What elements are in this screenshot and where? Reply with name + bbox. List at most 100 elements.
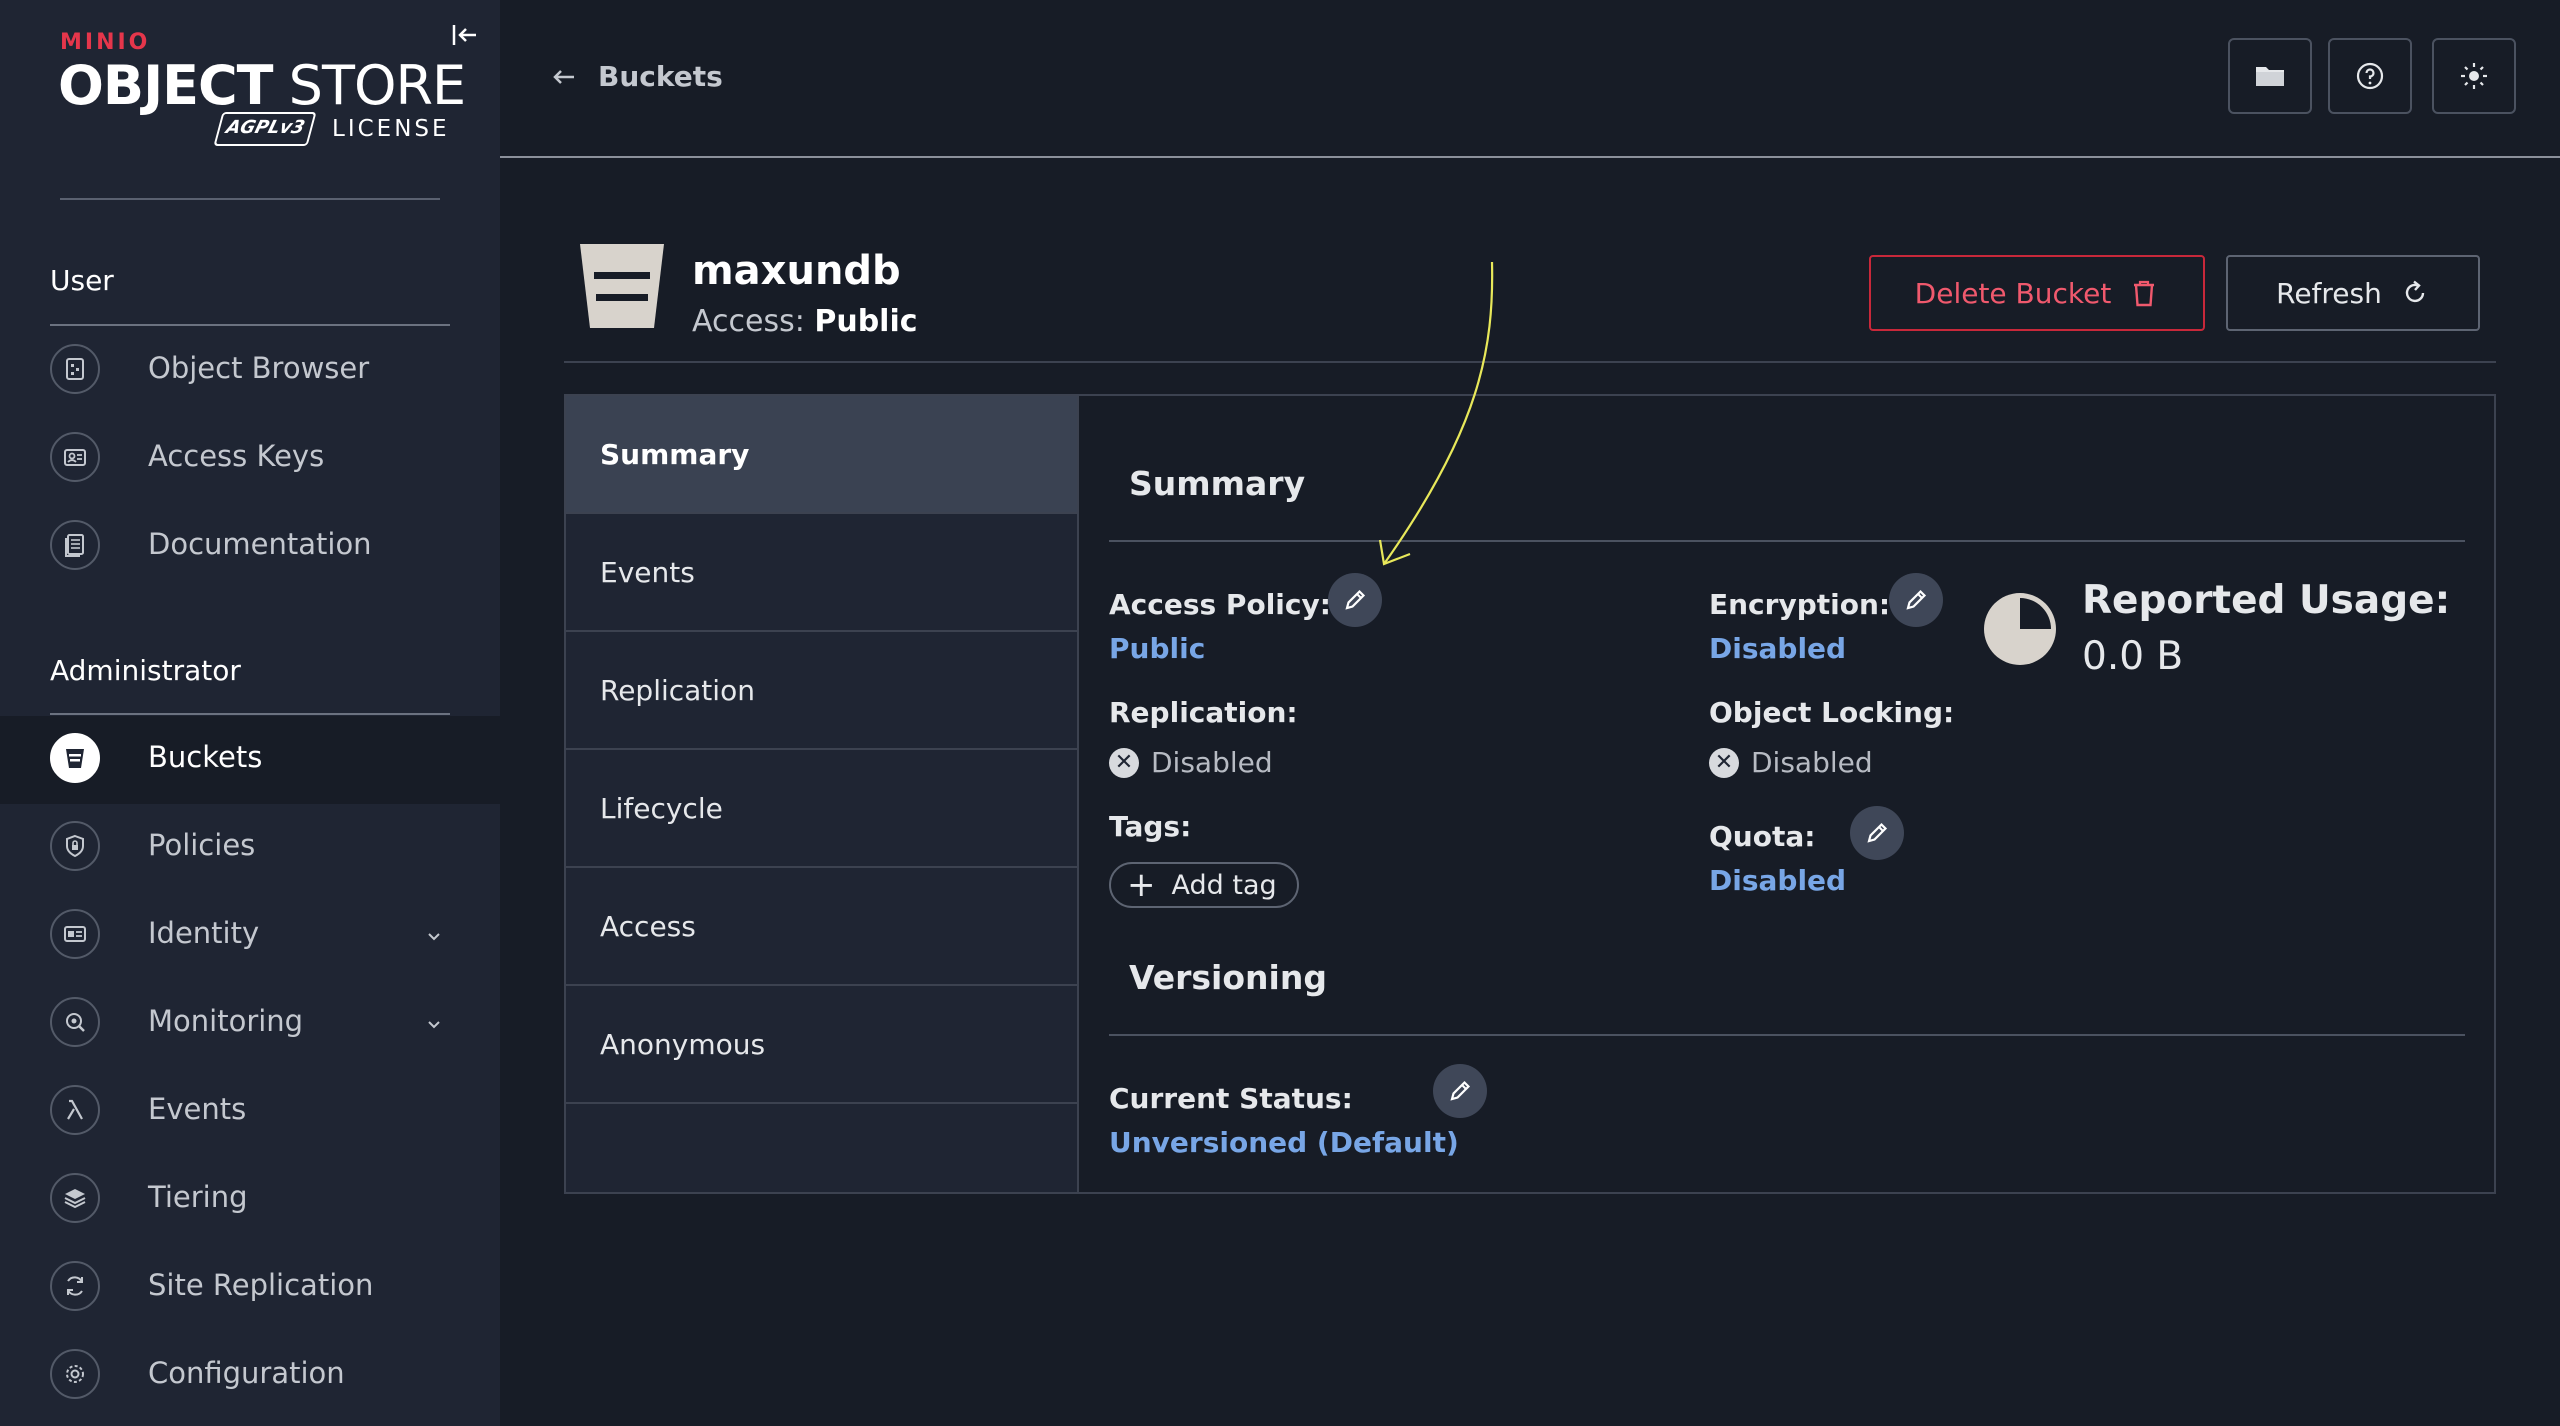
versioning-status-label: Current Status:: [1109, 1082, 1353, 1115]
versioning-status-value[interactable]: Unversioned (Default): [1109, 1126, 1459, 1159]
object-browser-icon: [50, 344, 100, 394]
sidebar-item-buckets[interactable]: Buckets: [0, 716, 500, 804]
tiering-icon: [50, 1173, 100, 1223]
tab-access[interactable]: Access: [566, 868, 1077, 986]
tab-anonymous[interactable]: Anonymous: [566, 986, 1077, 1104]
tab-events[interactable]: Events: [566, 514, 1077, 632]
theme-toggle-button[interactable]: [2432, 38, 2516, 114]
object-locking-status: ✕ Disabled: [1709, 746, 1873, 779]
documentation-icon: [50, 520, 100, 570]
logo-divider: [60, 198, 440, 200]
tab-list: Summary Events Replication Lifecycle Acc…: [566, 396, 1079, 1192]
folder-icon: [2256, 67, 2284, 86]
header-divider: [564, 361, 2496, 363]
sidebar-item-monitoring[interactable]: Monitoring: [0, 980, 500, 1068]
encryption-label: Encryption:: [1709, 588, 1891, 621]
reported-usage-label: Reported Usage:: [2082, 578, 2451, 623]
sidebar-item-label: Object Browser: [148, 351, 370, 385]
sidebar-item-identity[interactable]: Identity: [0, 892, 500, 980]
policies-icon: [50, 821, 100, 871]
bucket-name: maxundb: [692, 248, 901, 294]
edit-versioning-button[interactable]: [1433, 1064, 1487, 1118]
tab-replication[interactable]: Replication: [566, 632, 1077, 750]
sidebar-item-label: Site Replication: [148, 1268, 374, 1302]
logo-product: OBJECT STORE: [58, 54, 466, 117]
pencil-icon: [1906, 589, 1927, 610]
bucket-access: Access: Public: [692, 304, 918, 339]
agpl-badge: AGPLv3: [213, 112, 317, 146]
versioning-heading: Versioning: [1129, 958, 1327, 997]
chevron-down-icon[interactable]: [422, 924, 446, 948]
tab-summary[interactable]: Summary: [566, 396, 1077, 514]
sidebar-item-tiering[interactable]: Tiering: [0, 1156, 500, 1244]
edit-access-policy-button[interactable]: [1328, 573, 1382, 627]
sidebar: MINIO OBJECT STORE AGPLv3 LICENSE User O…: [0, 0, 500, 1426]
delete-bucket-button[interactable]: Delete Bucket: [1869, 255, 2205, 331]
summary-heading: Summary: [1129, 464, 1306, 503]
gear-icon: [50, 1349, 100, 1399]
tags-label: Tags:: [1109, 810, 1192, 843]
refresh-label: Refresh: [2276, 276, 2382, 310]
tab-lifecycle[interactable]: Lifecycle: [566, 750, 1077, 868]
back-label: Buckets: [598, 60, 723, 93]
sidebar-item-label: Configuration: [148, 1356, 345, 1390]
bucket-icon: [50, 733, 100, 783]
access-policy-label: Access Policy:: [1109, 588, 1331, 621]
refresh-button[interactable]: Refresh: [2226, 255, 2480, 331]
sidebar-item-configuration[interactable]: Configuration: [0, 1332, 500, 1420]
object-locking-label: Object Locking:: [1709, 696, 1955, 729]
refresh-icon: [2405, 280, 2425, 303]
edit-quota-button[interactable]: [1850, 806, 1904, 860]
logo-brand: MINIO: [60, 30, 151, 55]
edit-encryption-button[interactable]: [1889, 573, 1943, 627]
disabled-x-icon: ✕: [1709, 747, 1739, 778]
plus-icon: +: [1127, 865, 1156, 905]
sidebar-item-label: Access Keys: [148, 439, 325, 473]
quota-value[interactable]: Disabled: [1709, 864, 1846, 897]
sidebar-item-label: Monitoring: [148, 1004, 304, 1038]
monitoring-icon: [50, 997, 100, 1047]
add-tag-button[interactable]: + Add tag: [1109, 862, 1299, 908]
bucket-icon: [580, 244, 664, 328]
access-keys-icon: [50, 432, 100, 482]
reported-usage-value: 0.0 B: [2082, 634, 2184, 679]
summary-divider: [1109, 540, 2465, 542]
back-to-buckets-link[interactable]: Buckets: [550, 60, 723, 93]
pencil-icon: [1450, 1080, 1471, 1101]
bucket-details-panel: Summary Events Replication Lifecycle Acc…: [564, 394, 2496, 1194]
collapse-sidebar-icon[interactable]: [450, 20, 480, 50]
identity-icon: [50, 909, 100, 959]
sidebar-item-object-browser[interactable]: Object Browser: [0, 327, 500, 415]
delete-bucket-label: Delete Bucket: [1914, 276, 2112, 310]
replication-label: Replication:: [1109, 696, 1298, 729]
arrow-left-icon: [553, 69, 574, 84]
sidebar-item-policies[interactable]: Policies: [0, 804, 500, 892]
logo-license: LICENSE: [332, 116, 450, 142]
pencil-icon: [1867, 822, 1888, 843]
sidebar-item-label: Identity: [148, 916, 260, 950]
sidebar-item-label: Documentation: [148, 527, 372, 561]
encryption-value[interactable]: Disabled: [1709, 632, 1846, 665]
minio-logo[interactable]: MINIO OBJECT STORE AGPLv3 LICENSE: [58, 28, 466, 148]
sidebar-item-label: Tiering: [148, 1180, 248, 1214]
section-divider: [50, 713, 450, 715]
usage-pie-icon: [1984, 593, 2056, 665]
access-policy-value[interactable]: Public: [1109, 632, 1205, 665]
versioning-divider: [1109, 1034, 2465, 1036]
sidebar-item-site-replication[interactable]: Site Replication: [0, 1244, 500, 1332]
sidebar-item-access-keys[interactable]: Access Keys: [0, 415, 500, 503]
site-replication-icon: [50, 1261, 100, 1311]
help-button[interactable]: [2328, 38, 2412, 114]
disabled-x-icon: ✕: [1109, 747, 1139, 778]
object-browser-button[interactable]: [2228, 38, 2312, 114]
theme-toggle-icon: [2461, 63, 2487, 89]
sidebar-item-label: Buckets: [148, 740, 263, 774]
help-icon: [2356, 62, 2384, 90]
chevron-down-icon[interactable]: [422, 1012, 446, 1036]
section-title-user: User: [50, 264, 114, 297]
sidebar-item-documentation[interactable]: Documentation: [0, 503, 500, 591]
section-divider: [50, 324, 450, 326]
sidebar-item-label: Policies: [148, 828, 256, 862]
sidebar-item-events[interactable]: Events: [0, 1068, 500, 1156]
replication-status: ✕ Disabled: [1109, 746, 1273, 779]
